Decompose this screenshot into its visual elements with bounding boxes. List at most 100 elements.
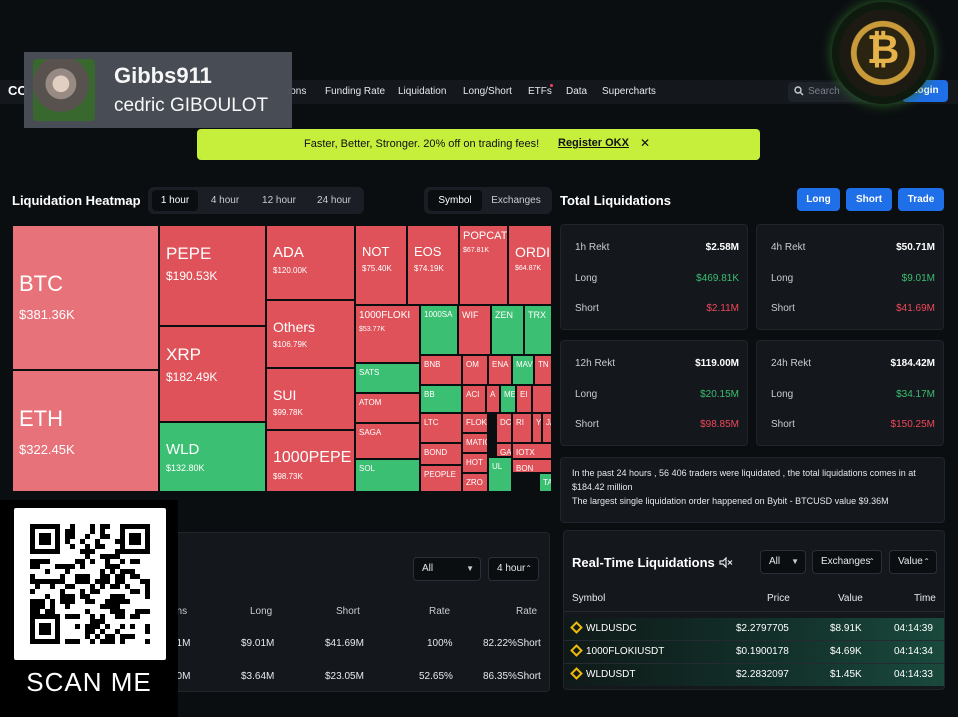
heatmap-cell[interactable]: BTC $381.36K (12, 225, 159, 370)
heatmap-cell[interactable]: PEPE $190.53K (159, 225, 266, 326)
heatmap-cell[interactable]: A (486, 385, 500, 413)
rt-filter-value[interactable]: Value ⌃ (889, 550, 937, 574)
nav-funding-rate[interactable]: Funding Rate (325, 86, 385, 97)
heatmap-cell[interactable]: SATS (355, 363, 420, 393)
heatmap-cell[interactable]: EOS $74.19K (407, 225, 459, 305)
card-total: $119.00M (695, 358, 739, 369)
heatmap-symbol: BNB (424, 360, 441, 369)
long-button[interactable]: Long (797, 188, 840, 211)
heatmap-cell[interactable]: ZEN (491, 305, 524, 355)
tab-symbol[interactable]: Symbol (428, 190, 482, 211)
rekt-card-1h: 1h Rekt $2.58M Long $469.81K Short $2.11M (560, 224, 748, 330)
heatmap-cell[interactable]: ETH $322.45K (12, 370, 159, 492)
heatmap-cell[interactable]: ENA (488, 355, 512, 385)
heatmap-cell[interactable]: PEOPLE (420, 465, 462, 492)
tab-exchanges[interactable]: Exchanges (484, 190, 548, 211)
tab-24-hour[interactable]: 24 hour (308, 190, 360, 211)
heatmap-cell[interactable]: ADA $120.00K (266, 225, 355, 300)
rt-row[interactable]: 1000FLOKIUSDT $0.1900178 $4.69K 04:14:34 (564, 641, 944, 663)
heatmap-cell[interactable]: TN (534, 355, 552, 385)
heatmap-value: $74.19K (414, 264, 444, 273)
heatmap-cell[interactable]: UL (488, 457, 512, 492)
heatmap-cell[interactable]: ORDI $64.87K (508, 225, 552, 305)
heatmap-cell[interactable]: MAV (512, 355, 534, 385)
heatmap-cell[interactable]: MATIC (462, 433, 488, 453)
filter-all-select[interactable]: All ▼ (413, 557, 481, 581)
heatmap-cell[interactable]: DC (496, 413, 512, 443)
heatmap-cell[interactable]: WLD $132.80K (159, 422, 266, 492)
qr-code[interactable] (14, 508, 166, 660)
heatmap-symbol: 1000SA (424, 310, 453, 319)
filter-time-select[interactable]: 4 hour ⌃ (488, 557, 539, 581)
tab-12-hour[interactable]: 12 hour (253, 190, 305, 211)
heatmap-symbol: DC (500, 418, 512, 427)
heatmap-cell[interactable]: BB (420, 385, 462, 413)
rt-filter-exchanges[interactable]: Exchanges ⌃ (812, 550, 882, 574)
mute-icon[interactable] (719, 557, 733, 568)
rt-time: 04:14:33 (894, 669, 933, 680)
heatmap-cell[interactable]: WIF (458, 305, 491, 355)
heatmap-cell[interactable]: 1000FLOKI $53.77K (355, 305, 420, 363)
heatmap-cell[interactable]: TA (539, 473, 552, 492)
heatmap-cell[interactable]: YG (532, 413, 542, 443)
short-button[interactable]: Short (846, 188, 892, 211)
heatmap-cell[interactable] (532, 385, 552, 413)
nav-data[interactable]: Data (566, 86, 587, 97)
heatmap-cell[interactable]: SAGA (355, 423, 420, 459)
search-placeholder: Search (808, 86, 840, 97)
heatmap-cell[interactable]: 1000SA (420, 305, 458, 355)
heatmap-cell[interactable]: FLOKI (462, 413, 488, 433)
col-header-rate: Rate (429, 606, 451, 617)
rt-row[interactable]: WLDUSDT $2.2832097 $1.45K 04:14:33 (564, 664, 944, 686)
heatmap-value: $53.77K (359, 326, 386, 333)
heatmap-cell[interactable]: EI (516, 385, 532, 413)
heatmap-cell[interactable]: NOT $75.40K (355, 225, 407, 305)
heatmap-symbol: ADA (273, 244, 304, 261)
heatmap-cell[interactable]: ATOM (355, 393, 420, 423)
heatmap-cell[interactable]: GA (496, 443, 512, 457)
rekt-card-24h: 24h Rekt $184.42M Long $34.17M Short $150.2… (756, 340, 944, 446)
nav-long-short[interactable]: Long/Short (463, 86, 512, 97)
rt-row[interactable]: WLDUSDC $2.2797705 $8.91K 04:14:39 (564, 618, 944, 640)
nav-liquidation[interactable]: Liquidation (398, 86, 446, 97)
trade-button[interactable]: Trade (898, 188, 944, 211)
heatmap-cell[interactable]: XRP $182.49K (159, 326, 266, 422)
heatmap-symbol: ZEN (495, 310, 513, 320)
heatmap-cell[interactable]: SOL (355, 459, 420, 492)
heatmap-cell[interactable]: RI (512, 413, 532, 443)
register-okx-link[interactable]: Register OKX (558, 137, 629, 149)
heatmap-cell[interactable]: LTC (420, 413, 462, 443)
heatmap-cell[interactable]: Others $106.79K (266, 300, 355, 368)
heatmap-symbol: BTC (19, 271, 63, 296)
heatmap-cell[interactable]: IOTX (512, 443, 552, 459)
heatmap-cell[interactable]: ZRO (462, 473, 488, 492)
short-label: Short (771, 303, 795, 314)
tab-1-hour[interactable]: 1 hour (152, 190, 198, 211)
heatmap-cell[interactable]: JA (542, 413, 552, 443)
heatmap-symbol: EOS (414, 244, 442, 259)
heatmap-symbol: ATOM (359, 398, 382, 407)
heatmap-symbol: WIF (462, 310, 479, 320)
rt-filter-all[interactable]: All ▼ (760, 550, 806, 574)
nav-etfs[interactable]: ETFs (528, 86, 552, 97)
liquidation-heatmap: BTC $381.36K ETH $322.45K PEPE $190.53K XRP $18… (12, 225, 552, 492)
heatmap-cell[interactable]: BNB (420, 355, 462, 385)
heatmap-symbol: SATS (359, 368, 380, 377)
heatmap-cell[interactable]: ME (500, 385, 516, 413)
heatmap-cell[interactable]: BOND (420, 443, 462, 465)
heatmap-cell[interactable]: ACI (462, 385, 486, 413)
heatmap-cell[interactable]: HOT (462, 453, 488, 473)
heatmap-cell[interactable]: BON (512, 459, 552, 473)
heatmap-cell[interactable]: TRX (524, 305, 552, 355)
heatmap-symbol: ACI (466, 390, 480, 399)
heatmap-cell[interactable]: POPCAT $67.81K (459, 225, 508, 305)
tab-4-hour[interactable]: 4 hour (201, 190, 249, 211)
heatmap-cell[interactable]: SUI $99.78K (266, 368, 355, 430)
heatmap-cell[interactable]: OM (462, 355, 488, 385)
heatmap-cell[interactable]: 1000PEPE $98.73K (266, 430, 355, 492)
promo-text: Faster, Better, Stronger. 20% off on tra… (304, 138, 540, 150)
promo-banner: Faster, Better, Stronger. 20% off on tra… (197, 129, 760, 160)
close-icon[interactable]: ✕ (640, 136, 650, 150)
streamer-name: Gibbs911 (114, 63, 212, 88)
nav-supercharts[interactable]: Supercharts (602, 86, 656, 97)
